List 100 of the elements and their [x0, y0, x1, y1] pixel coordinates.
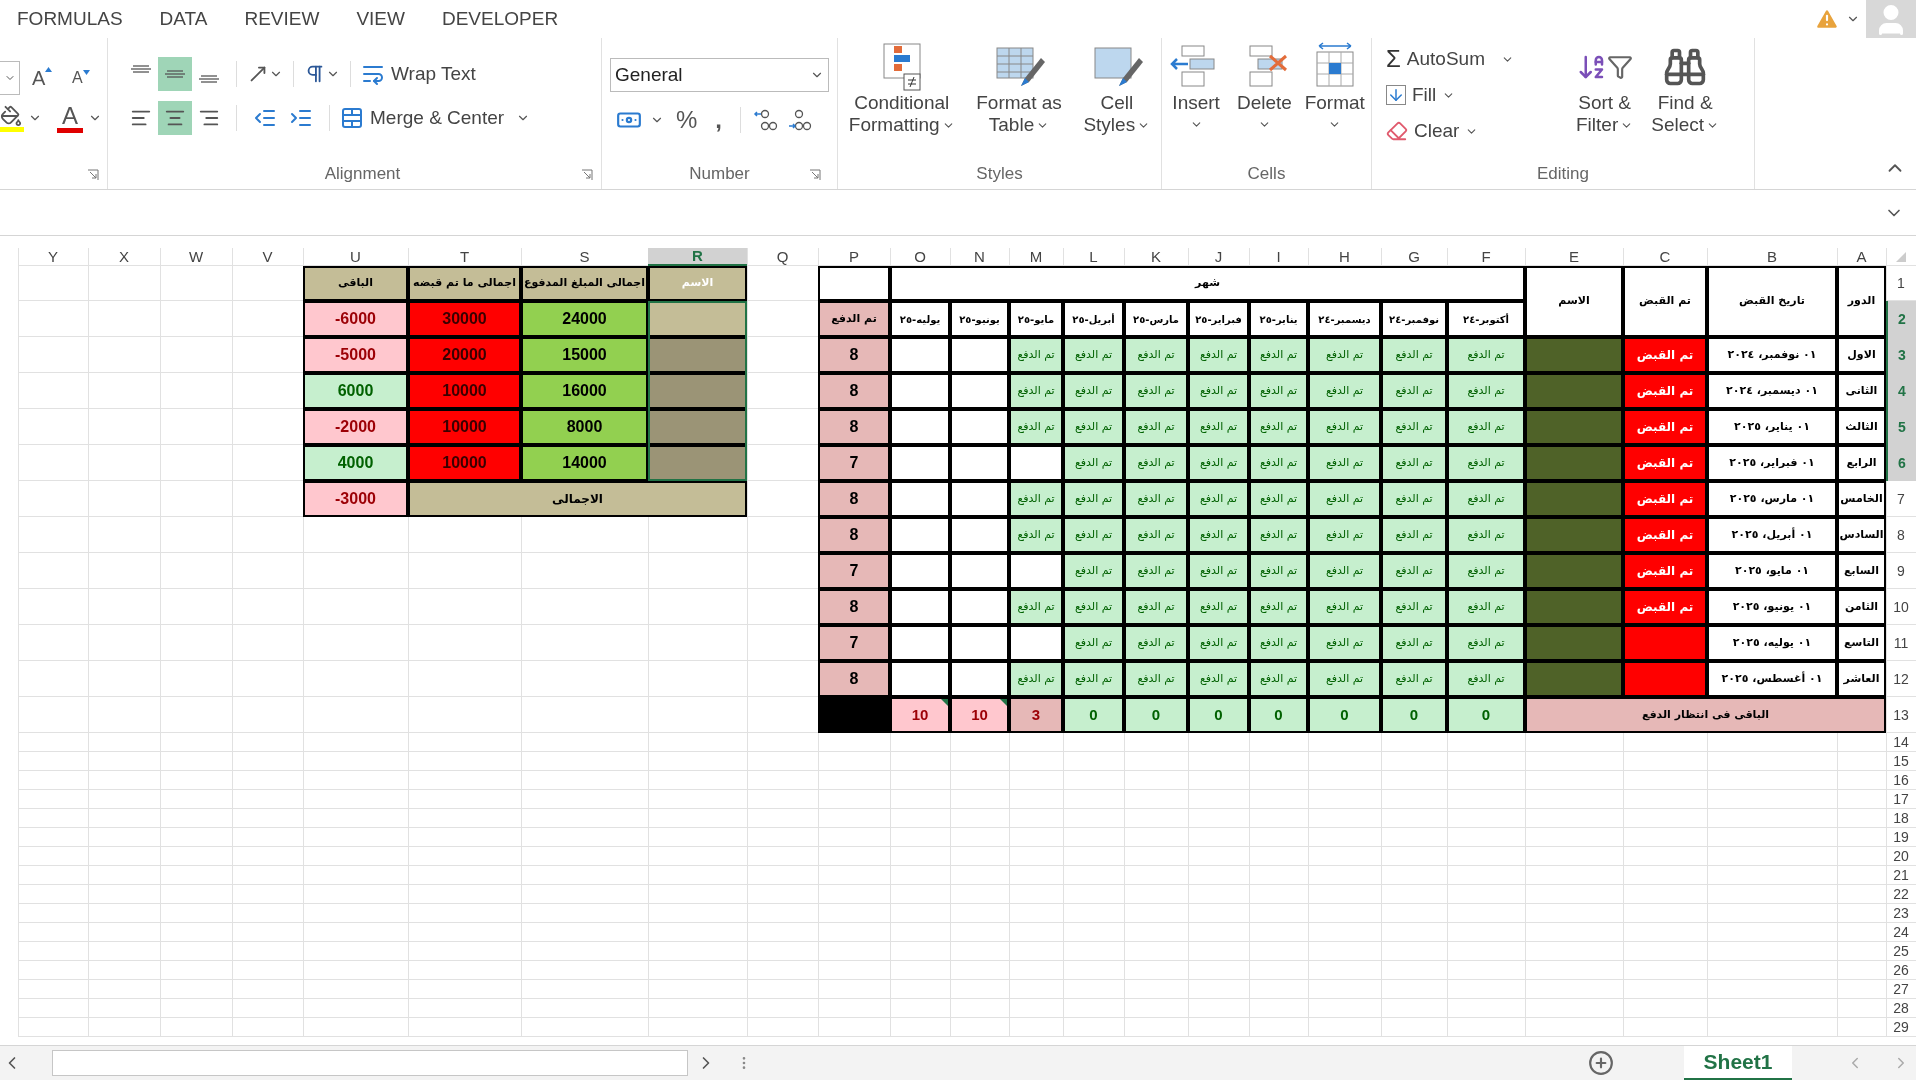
ribbon-button[interactable]: Conditional Formatting	[844, 38, 959, 136]
dialog-launcher-icon[interactable]	[809, 169, 821, 181]
autosum-button[interactable]: Σ AutoSum	[1386, 44, 1562, 74]
table-cell: الرابع	[1837, 445, 1886, 481]
table-cell: تم الدفع	[1249, 625, 1308, 661]
row-header[interactable]: 8	[1886, 517, 1916, 553]
ribbon-tab[interactable]: DATA	[159, 4, 208, 34]
column-header[interactable]: V	[232, 248, 303, 266]
column-header[interactable]: T	[408, 248, 521, 266]
ribbon-button[interactable]: Insert	[1168, 38, 1225, 131]
column-header[interactable]: Y	[18, 248, 88, 266]
row-header[interactable]: 11	[1886, 625, 1916, 661]
shrink-font-button[interactable]: A	[72, 66, 100, 90]
ribbon-tab[interactable]: REVIEW	[244, 4, 320, 34]
row-header[interactable]: 28	[1886, 999, 1916, 1018]
row-header[interactable]: 5	[1886, 409, 1916, 445]
horizontal-align-button[interactable]	[158, 101, 192, 135]
row-header[interactable]: 17	[1886, 790, 1916, 809]
row-header[interactable]: 4	[1886, 373, 1916, 409]
ribbon-tab[interactable]: DEVELOPER	[441, 4, 559, 34]
column-header[interactable]: O	[890, 248, 950, 266]
table-cell: تم الدفع	[1447, 553, 1525, 589]
column-header[interactable]: X	[88, 248, 160, 266]
row-header[interactable]: 14	[1886, 733, 1916, 752]
number-format-dropdown[interactable]: General	[610, 58, 829, 92]
column-heading: اجمالى المبلغ المدفوع	[521, 266, 648, 301]
dialog-launcher-icon[interactable]	[87, 169, 99, 181]
dialog-launcher-icon[interactable]	[581, 169, 593, 181]
row-header[interactable]: 2	[1886, 301, 1916, 337]
increase-decimal-icon[interactable]	[753, 108, 779, 132]
ribbon-tab[interactable]: VIEW	[356, 4, 405, 34]
row-header[interactable]: 24	[1886, 923, 1916, 942]
row-header[interactable]: 23	[1886, 904, 1916, 923]
row-header[interactable]: 29	[1886, 1018, 1916, 1037]
row-header[interactable]: 15	[1886, 752, 1916, 771]
font-color-button[interactable]: A	[56, 103, 84, 133]
row-header[interactable]: 7	[1886, 481, 1916, 517]
decrease-decimal-icon[interactable]	[787, 108, 813, 132]
ribbon-button[interactable]: Delete	[1236, 38, 1293, 131]
column-heading: مايو-٢٥	[1009, 301, 1063, 337]
table-cell: تم الدفع	[1009, 589, 1063, 625]
column-header[interactable]: M	[1009, 248, 1063, 266]
row-header[interactable]: 19	[1886, 828, 1916, 847]
column-header[interactable]: B	[1707, 248, 1837, 266]
column-header[interactable]: R	[648, 248, 747, 266]
table-cell: 8	[818, 373, 890, 409]
column-header[interactable]: N	[950, 248, 1009, 266]
sheet-tab[interactable]: Sheet1	[1684, 1046, 1792, 1080]
fill-color-button[interactable]	[0, 104, 24, 132]
ribbon-button[interactable]: Sort & Filter	[1572, 38, 1638, 136]
ribbon-button[interactable]: Format as Table	[972, 38, 1066, 136]
column-header[interactable]: U	[303, 248, 408, 266]
row-header[interactable]: 21	[1886, 866, 1916, 885]
column-header[interactable]: H	[1308, 248, 1381, 266]
row-header[interactable]: 6	[1886, 445, 1916, 481]
grow-font-button[interactable]: A	[32, 63, 60, 93]
column-header[interactable]: E	[1525, 248, 1623, 266]
fill-button[interactable]: Fill	[1386, 80, 1562, 110]
row-header[interactable]: 20	[1886, 847, 1916, 866]
row-header[interactable]: 25	[1886, 942, 1916, 961]
ribbon-button[interactable]: Format	[1304, 38, 1365, 131]
row-header[interactable]: 13	[1886, 697, 1916, 733]
vertical-align-button[interactable]	[158, 57, 192, 91]
column-header[interactable]: A	[1837, 248, 1886, 266]
row-header[interactable]: 1	[1886, 266, 1916, 301]
row-header[interactable]: 3	[1886, 337, 1916, 373]
percent-button[interactable]: %	[672, 102, 702, 138]
table-cell: تم الدفع	[1447, 625, 1525, 661]
ribbon-button[interactable]: Find & Select	[1647, 38, 1724, 136]
row-header[interactable]: 16	[1886, 771, 1916, 790]
merge-center-button[interactable]: Merge & Center	[340, 103, 531, 133]
column-header[interactable]: Q	[747, 248, 818, 266]
row-header[interactable]: 26	[1886, 961, 1916, 980]
column-header[interactable]: J	[1188, 248, 1249, 266]
column-header[interactable]: L	[1063, 248, 1124, 266]
row-header[interactable]: 10	[1886, 589, 1916, 625]
table-cell: 8000	[521, 409, 648, 445]
row-header[interactable]: 12	[1886, 661, 1916, 697]
ribbon-tab[interactable]: FORMULAS	[17, 4, 123, 34]
horizontal-scrollbar[interactable]	[52, 1050, 688, 1076]
row-header[interactable]: 9	[1886, 553, 1916, 589]
column-header[interactable]: S	[521, 248, 648, 266]
column-header[interactable]: K	[1124, 248, 1188, 266]
column-header[interactable]: I	[1249, 248, 1308, 266]
ribbon-button[interactable]: Cell Styles	[1079, 38, 1155, 136]
align-lines-icon	[199, 75, 219, 83]
row-header[interactable]: 27	[1886, 980, 1916, 999]
clear-button[interactable]: Clear	[1386, 116, 1562, 146]
row-header[interactable]: 22	[1886, 885, 1916, 904]
add-sheet-icon[interactable]	[1588, 1050, 1614, 1076]
column-header[interactable]: W	[160, 248, 232, 266]
column-header[interactable]: G	[1381, 248, 1447, 266]
table-cell: 8	[818, 589, 890, 625]
column-header[interactable]: C	[1623, 248, 1707, 266]
table-cell: تم الدفع	[1063, 373, 1124, 409]
column-header[interactable]: F	[1447, 248, 1525, 266]
row-header[interactable]: 18	[1886, 809, 1916, 828]
column-header[interactable]: P	[818, 248, 890, 266]
comma-button[interactable]: ,	[709, 102, 728, 138]
wrap-text-button[interactable]: Wrap Text	[361, 59, 476, 89]
